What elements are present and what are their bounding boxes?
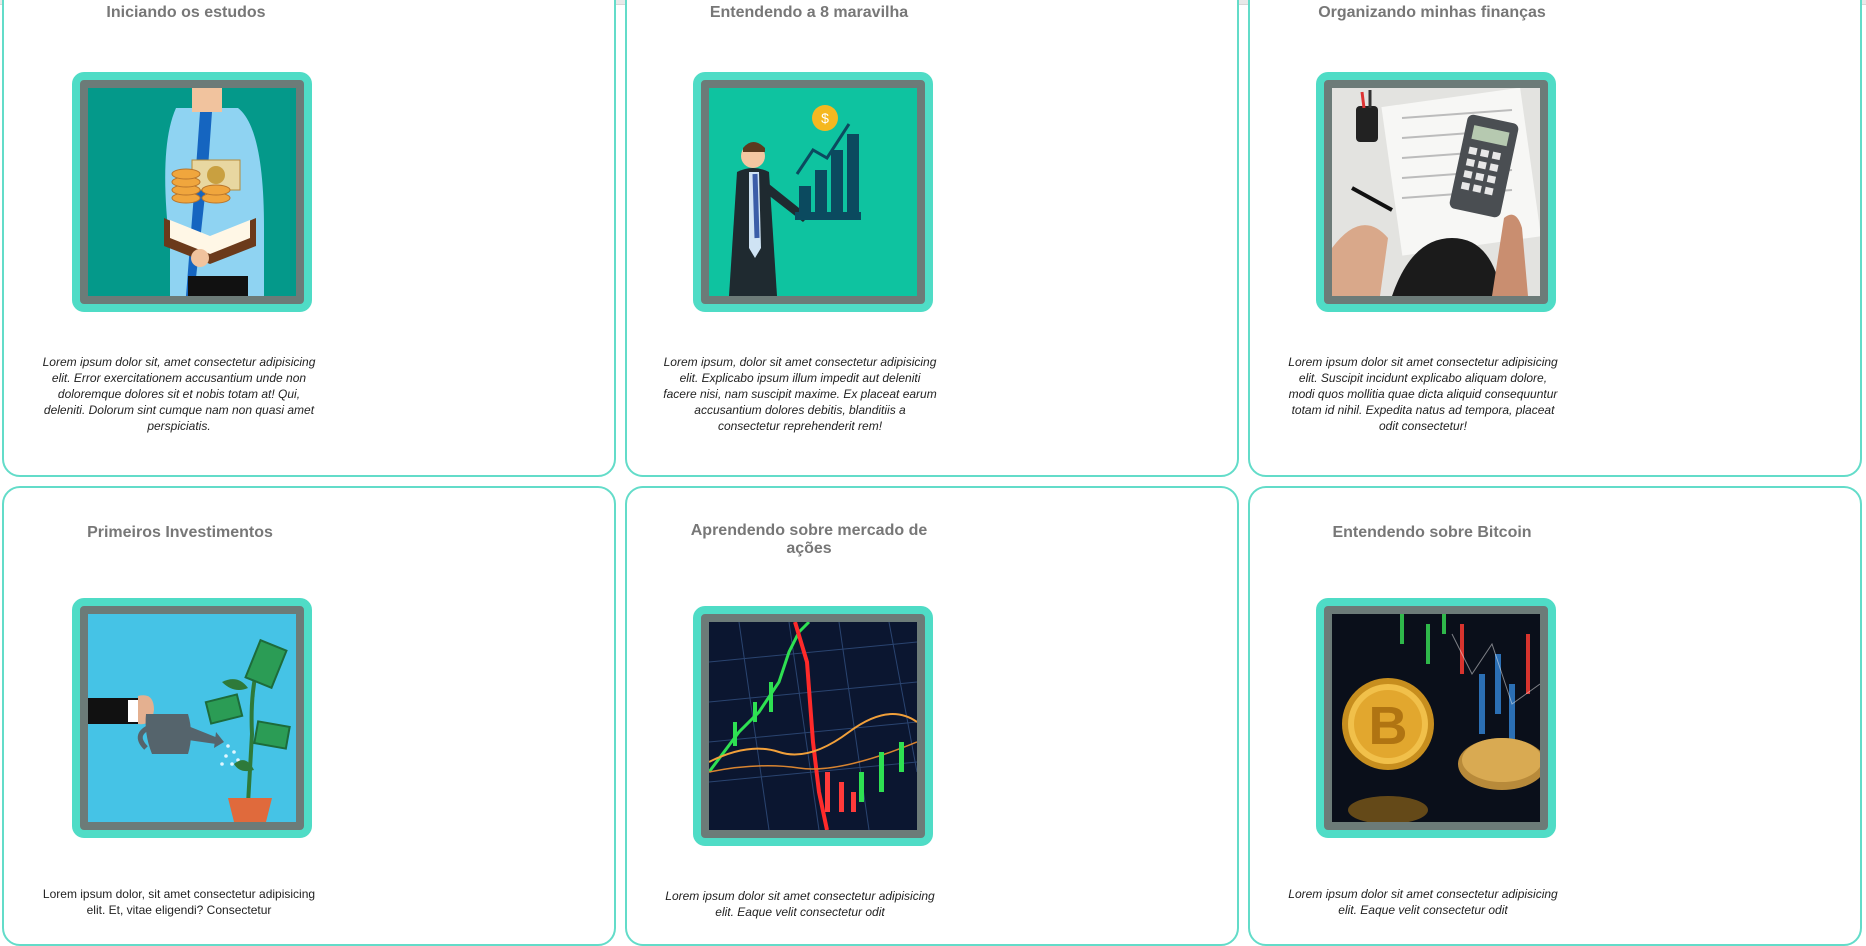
card-title: Aprendendo sobre mercado de ações	[690, 522, 928, 557]
card-title: Primeiros Investimentos	[87, 524, 273, 541]
card-image: $	[693, 72, 933, 312]
watering-plant-icon	[88, 614, 296, 822]
card-title: Organizando minhas finanças	[1318, 4, 1546, 21]
card-description: Lorem ipsum dolor sit, amet consectetur …	[42, 355, 316, 433]
card-description: Lorem ipsum dolor sit amet consectetur a…	[1288, 887, 1558, 917]
card-description: Lorem ipsum, dolor sit amet consectetur …	[663, 355, 937, 433]
card-title: Entendendo a 8 maravilha	[709, 4, 909, 21]
stock-chart-photo-icon	[709, 622, 917, 830]
calculator-photo-icon	[1332, 88, 1540, 296]
card-image	[693, 606, 933, 846]
card-description: Lorem ipsum dolor sit amet consectetur a…	[1288, 355, 1558, 433]
card-image	[1316, 72, 1556, 312]
card-title: Iniciando os estudos	[106, 4, 266, 21]
svg-text:B: B	[1369, 696, 1408, 756]
course-card-oitava-maravilha[interactable]: Entendendo a 8 maravilha $ Lorem ipsum, …	[625, 0, 1239, 477]
card-image	[72, 598, 312, 838]
course-card-bitcoin[interactable]: Entendendo sobre Bitcoin B Lorem ipsum d…	[1248, 486, 1862, 946]
man-with-book-icon	[88, 88, 296, 296]
businessman-chart-icon: $	[709, 88, 917, 296]
svg-text:$: $	[821, 110, 829, 126]
card-description: Lorem ipsum dolor sit amet consectetur a…	[665, 889, 935, 919]
course-card-investimentos[interactable]: Primeiros Investimentos Lorem ipsum dolo…	[2, 486, 616, 946]
course-card-mercado-acoes[interactable]: Aprendendo sobre mercado de ações Lorem …	[625, 486, 1239, 946]
card-image	[72, 72, 312, 312]
card-title: Entendendo sobre Bitcoin	[1332, 524, 1532, 541]
course-card-financas[interactable]: Organizando minhas finanças Lorem ipsum …	[1248, 0, 1862, 477]
bitcoin-photo-icon: B	[1332, 614, 1540, 822]
card-image: B	[1316, 598, 1556, 838]
course-card-iniciando[interactable]: Iniciando os estudos Lorem ipsum dolor s…	[2, 0, 616, 477]
card-description: Lorem ipsum dolor, sit amet consectetur …	[42, 887, 316, 917]
